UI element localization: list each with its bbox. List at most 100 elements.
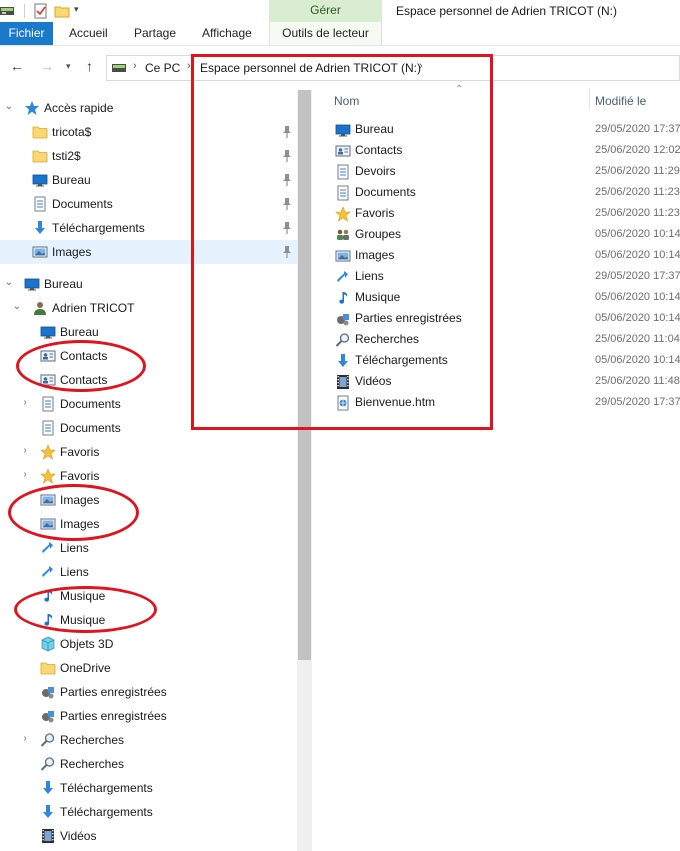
nav-item-label: Accès rapide: [44, 101, 114, 115]
annotation-ellipse: [16, 340, 146, 392]
nav-user-item[interactable]: › Favoris: [0, 440, 297, 464]
star-blue-icon: [25, 101, 39, 115]
file-modified-date: 29/05/2020 17:37: [595, 270, 680, 282]
new-folder-icon[interactable]: [54, 3, 70, 19]
tab-drive-tools[interactable]: Outils de lecteur: [269, 22, 382, 45]
downloads-icon: [35, 221, 45, 234]
documents-icon: [34, 196, 46, 212]
expand-chevron-right-icon[interactable]: ›: [20, 397, 30, 408]
column-divider[interactable]: [589, 88, 590, 110]
search-icon: [40, 733, 55, 747]
nav-item-label: Objets 3D: [60, 637, 114, 651]
nav-item-label: tsti2$: [52, 149, 81, 163]
folder-yellow-icon: [32, 150, 48, 163]
expand-chevron-right-icon[interactable]: ›: [20, 469, 30, 480]
nav-item-label: Parties enregistrées: [60, 685, 167, 699]
expand-chevron-down-icon[interactable]: ⌄: [4, 101, 14, 112]
favorites-icon: [40, 444, 56, 460]
nav-user-item[interactable]: Parties enregistrées: [0, 680, 297, 704]
toolbar-separator: [24, 4, 25, 18]
objects3d-icon: [41, 636, 55, 652]
nav-item-label: Recherches: [60, 733, 125, 747]
folder-yellow-icon: [40, 662, 56, 675]
nav-item-label: Téléchargements: [60, 781, 153, 795]
nav-user-item[interactable]: › Favoris: [0, 464, 297, 488]
nav-item-label: Images: [52, 245, 92, 259]
nav-item-label: Bureau: [44, 277, 83, 291]
drive-icon: [112, 64, 126, 72]
tab-view[interactable]: Affichage: [202, 22, 252, 45]
up-arrow-icon[interactable]: ↑: [86, 58, 93, 74]
file-modified-date: 05/06/2020 10:14: [595, 249, 680, 261]
file-modified-date: 05/06/2020 10:14: [595, 228, 680, 240]
favorites-icon: [40, 468, 56, 484]
expand-chevron-right-icon[interactable]: ›: [20, 733, 30, 744]
desktop-icon: [24, 278, 40, 291]
file-modified-date: 25/06/2020 11:23: [595, 207, 680, 219]
manage-contextual-tab[interactable]: Gérer: [269, 0, 382, 22]
breadcrumb-chevron-icon[interactable]: ›: [133, 60, 137, 72]
tab-share[interactable]: Partage: [134, 22, 176, 45]
file-modified-date: 29/05/2020 17:37: [595, 396, 680, 408]
nav-user-item[interactable]: Téléchargements: [0, 800, 297, 824]
properties-icon[interactable]: [34, 3, 48, 19]
file-modified-date: 25/06/2020 11:29: [595, 165, 680, 177]
nav-user-item[interactable]: Parties enregistrées: [0, 704, 297, 728]
nav-user-item[interactable]: Recherches: [0, 752, 297, 776]
downloads-icon: [43, 781, 53, 794]
desktop-icon: [32, 174, 48, 187]
nav-item-label: Vidéos: [60, 829, 97, 843]
annotation-ellipse: [14, 586, 157, 633]
videos-icon: [42, 829, 54, 843]
documents-icon: [42, 396, 54, 412]
nav-item-label: Parties enregistrées: [60, 709, 167, 723]
file-modified-date: 25/06/2020 11:48: [595, 375, 680, 387]
saved-games-icon: [42, 711, 54, 723]
nav-item-label: Documents: [60, 421, 121, 435]
annotation-ellipse: [8, 484, 139, 541]
nav-item-label: Téléchargements: [60, 805, 153, 819]
nav-user-item[interactable]: › Recherches: [0, 728, 297, 752]
expand-chevron-down-icon[interactable]: ⌄: [12, 301, 22, 312]
file-modified-date: 05/06/2020 10:14: [595, 291, 680, 303]
expand-chevron-right-icon[interactable]: ›: [20, 445, 30, 456]
search-icon: [40, 757, 55, 771]
column-header-modified[interactable]: Modifié le: [595, 94, 646, 108]
links-icon: [42, 542, 53, 553]
file-modified-date: 05/06/2020 10:14: [595, 312, 680, 324]
expand-chevron-down-icon[interactable]: ⌄: [4, 277, 14, 288]
nav-item-label: Liens: [60, 565, 89, 579]
nav-user-item[interactable]: Téléchargements: [0, 776, 297, 800]
nav-user-item[interactable]: Objets 3D: [0, 632, 297, 656]
annotation-box: [191, 54, 493, 430]
recent-locations-icon[interactable]: ▾: [66, 61, 71, 72]
nav-item-label: Adrien TRICOT: [52, 301, 135, 315]
pictures-icon: [32, 246, 48, 258]
user-icon: [34, 302, 46, 315]
folder-yellow-icon: [32, 126, 48, 139]
tab-file[interactable]: Fichier: [0, 22, 53, 45]
nav-item-label: Documents: [60, 397, 121, 411]
file-modified-date: 29/05/2020 17:37: [595, 123, 680, 135]
nav-user-item[interactable]: Liens: [0, 536, 297, 560]
drive-icon[interactable]: [0, 3, 14, 19]
nav-user-item[interactable]: OneDrive: [0, 656, 297, 680]
back-arrow-icon[interactable]: ←: [10, 58, 24, 74]
documents-icon: [42, 420, 54, 436]
file-modified-date: 25/06/2020 11:23: [595, 186, 680, 198]
nav-user-item[interactable]: Vidéos: [0, 824, 297, 848]
nav-item-label: Recherches: [60, 757, 125, 771]
nav-item-label: Favoris: [60, 469, 100, 483]
customize-toolbar-icon[interactable]: ▾: [74, 4, 79, 15]
tab-home[interactable]: Accueil: [69, 22, 108, 45]
forward-arrow-icon[interactable]: →: [40, 58, 54, 74]
nav-user-item[interactable]: Liens: [0, 560, 297, 584]
downloads-icon: [43, 805, 53, 818]
desktop-icon: [40, 326, 56, 339]
nav-item-label: tricota$: [52, 125, 92, 139]
breadcrumb-this-pc[interactable]: Ce PC: [145, 61, 180, 75]
nav-item-label: Documents: [52, 197, 113, 211]
title-bar: ▾ Gérer Espace personnel de Adrien TRICO…: [0, 0, 680, 22]
file-modified-date: 05/06/2020 10:14: [595, 354, 680, 366]
saved-games-icon: [42, 687, 54, 699]
